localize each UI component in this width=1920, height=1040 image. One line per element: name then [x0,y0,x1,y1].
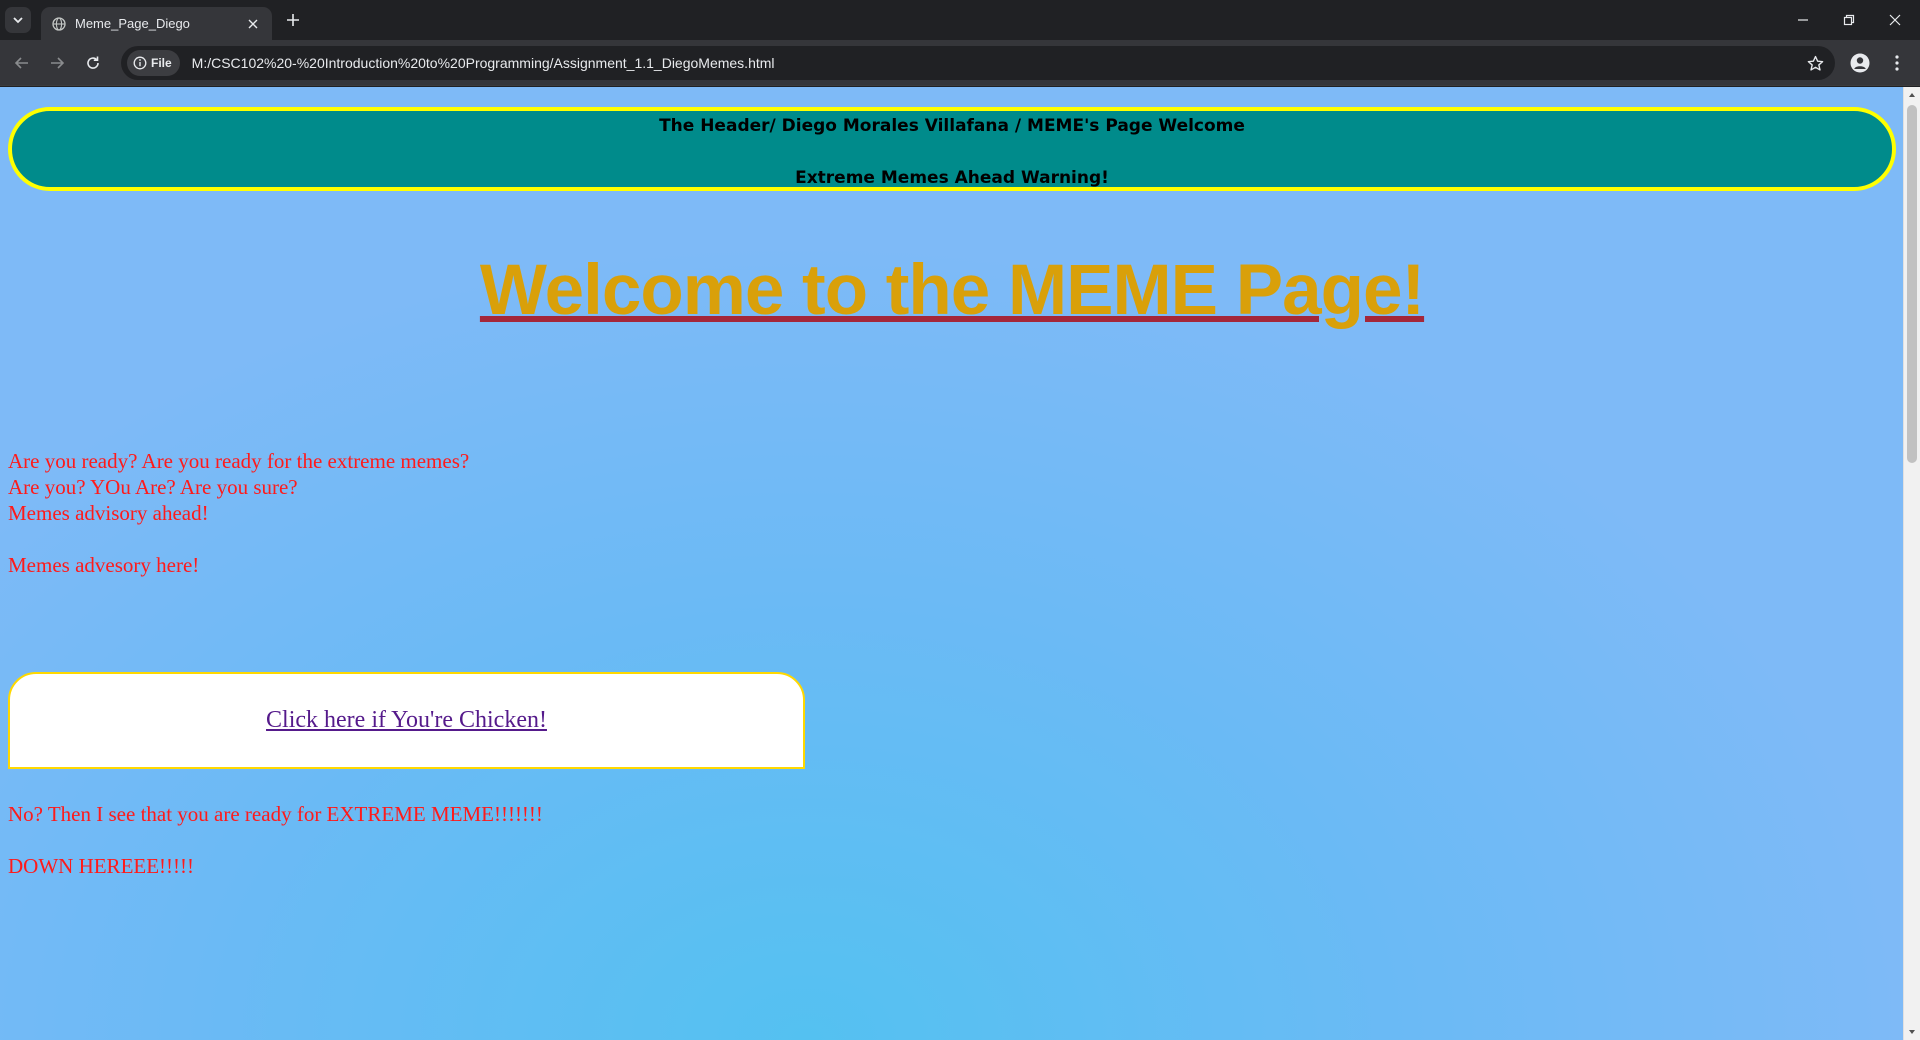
site-info-chip[interactable]: File [127,50,180,76]
intro-text: Are you ready? Are you ready for the ext… [8,448,469,578]
person-icon [1850,53,1870,73]
bookmark-button[interactable] [1803,51,1827,75]
browser-toolbar: File M:/CSC102%20-%20Introduction%20to%2… [0,40,1920,86]
globe-icon [51,16,66,31]
chicken-link-box: Click here if You're Chicken! [8,672,805,769]
address-bar[interactable]: File M:/CSC102%20-%20Introduction%20to%2… [121,46,1835,80]
intro-line: Memes advesory here! [8,553,200,577]
profile-button[interactable] [1846,49,1874,77]
minimize-button[interactable] [1780,0,1826,40]
arrow-right-icon [51,57,65,69]
intro-line: Memes advisory ahead! [8,501,209,525]
chevron-down-icon [13,17,23,24]
page-viewport: The Header/ Diego Morales Villafana / ME… [0,87,1920,1040]
header-warning: Extreme Memes Ahead Warning! [795,168,1109,188]
minimize-icon [1798,19,1808,21]
triangle-up-icon [1909,93,1915,97]
tab-title: Meme_Page_Diego [75,16,190,31]
reload-icon [87,56,99,69]
menu-button[interactable] [1883,49,1911,77]
intro-line: Are you ready? Are you ready for the ext… [8,449,470,473]
browser-tab[interactable]: Meme_Page_Diego [41,7,272,40]
scroll-down-arrow[interactable] [1904,1024,1920,1040]
star-icon [1807,55,1823,71]
close-window-button[interactable] [1872,0,1918,40]
back-button[interactable] [8,49,36,77]
intro-line: Are you? YOu Are? Are you sure? [8,475,298,499]
arrow-left-icon [14,57,28,69]
header-title: The Header/ Diego Morales Villafana / ME… [659,116,1245,136]
chicken-link[interactable]: Click here if You're Chicken! [266,707,547,734]
restore-button[interactable] [1826,0,1872,40]
outro-line: DOWN HEREEE!!!!! [8,854,195,878]
tab-search-button[interactable] [5,7,31,33]
forward-button[interactable] [43,49,71,77]
url-text[interactable]: M:/CSC102%20-%20Introduction%20to%20Prog… [192,55,775,71]
vertical-scrollbar[interactable] [1903,87,1920,1040]
scroll-up-arrow[interactable] [1904,87,1920,103]
new-tab-button[interactable] [281,8,305,32]
more-vertical-icon [1895,55,1899,71]
close-icon [1889,14,1901,26]
info-icon [133,56,147,70]
outro-text: No? Then I see that you are ready for EX… [8,801,543,879]
scrollbar-thumb[interactable] [1907,105,1917,463]
reload-button[interactable] [79,49,107,77]
site-info-label: File [151,56,172,70]
close-tab-icon[interactable] [244,15,262,33]
main-title: Welcome to the MEME Page! [479,251,1425,330]
tab-strip: Meme_Page_Diego [0,0,1920,40]
restore-icon [1843,14,1855,26]
plus-icon [287,14,299,26]
outro-line: No? Then I see that you are ready for EX… [8,802,543,826]
triangle-down-icon [1909,1030,1915,1034]
page-header: The Header/ Diego Morales Villafana / ME… [8,107,1896,191]
